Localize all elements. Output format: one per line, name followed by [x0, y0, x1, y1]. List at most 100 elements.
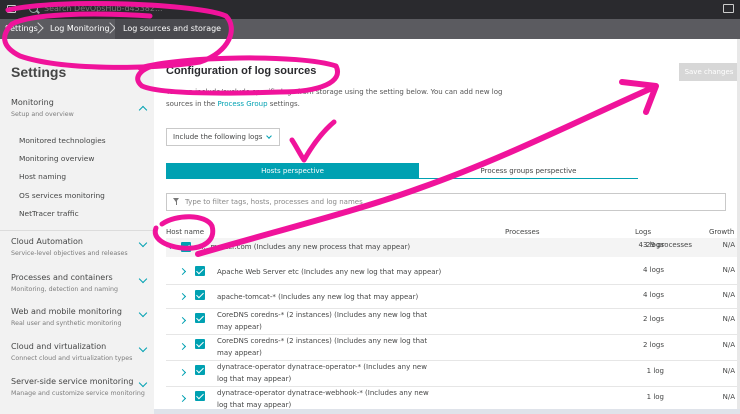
- sidebar-section-subtitle: Monitoring, detection and naming: [11, 286, 118, 293]
- column-header-host-name[interactable]: Host name: [166, 228, 204, 236]
- growth-value: N/A: [722, 266, 735, 274]
- tab-hosts-perspective[interactable]: Hosts perspective: [166, 163, 419, 179]
- sidebar-section-title: Monitoring: [11, 98, 54, 107]
- sidebar-section-title: Web and mobile monitoring: [11, 307, 122, 316]
- table-row[interactable]: Apache Web Server etc (Includes any new …: [166, 261, 738, 283]
- sidebar-section-subtitle: Real user and synthetic monitoring: [11, 320, 122, 327]
- expand-chevron-icon[interactable]: [178, 342, 187, 351]
- save-changes-button[interactable]: Save changes: [679, 63, 739, 81]
- chevron-down-icon[interactable]: [138, 343, 148, 353]
- sidebar-section-title: Server-side service monitoring: [11, 377, 134, 386]
- tab-process-groups-perspective[interactable]: Process groups perspective: [419, 163, 638, 179]
- process-group-link[interactable]: Process Group: [217, 100, 267, 108]
- growth-value: N/A: [722, 291, 735, 299]
- filter-input[interactable]: Type to filter tags, hosts, processes an…: [166, 193, 726, 211]
- table-row[interactable]: CoreDNS coredns-* (2 instances) (Include…: [166, 309, 738, 334]
- expand-chevron-icon[interactable]: [178, 394, 187, 403]
- menu-icon[interactable]: [7, 5, 16, 13]
- filter-placeholder: Type to filter tags, hosts, processes an…: [185, 198, 363, 206]
- log-source-name: CoreDNS coredns-* (2 instances) (Include…: [217, 311, 428, 331]
- sidebar-section-monitoring[interactable]: Monitoring Setup and overview: [0, 95, 154, 125]
- description-text: settings.: [267, 100, 300, 108]
- table-row[interactable]: CoreDNS coredns-* (2 instances) (Include…: [166, 335, 738, 360]
- sidebar-section-cloud-virtualization[interactable]: Cloud and virtualization Connect cloud a…: [0, 340, 154, 370]
- logs-count: 43 logs: [638, 241, 664, 249]
- sidebar-item-monitoring-overview[interactable]: Monitoring overview: [19, 154, 94, 163]
- breadcrumb-chevron-icon: [34, 21, 43, 37]
- perspective-tabs: Hosts perspective Process groups perspec…: [166, 163, 638, 179]
- expand-chevron-icon[interactable]: [178, 292, 187, 301]
- chevron-down-icon[interactable]: [138, 274, 148, 284]
- sidebar-section-title: Processes and containers: [11, 273, 113, 282]
- log-source-checkbox[interactable]: [195, 290, 205, 300]
- sidebar-title: Settings: [11, 64, 67, 80]
- filter-icon: [173, 198, 180, 205]
- log-source-checkbox[interactable]: [195, 313, 205, 323]
- page-title: Configuration of log sources: [166, 65, 317, 77]
- log-source-name: CoreDNS coredns-* (2 instances) (Include…: [217, 337, 428, 357]
- top-bar: Search DevOpsHub-d45382...: [0, 0, 740, 19]
- table-row[interactable]: dynatrace-operator dynatrace-operator-* …: [166, 361, 738, 386]
- breadcrumb-log-monitoring[interactable]: Log Monitoring: [50, 24, 110, 33]
- logs-count: 2 logs: [643, 315, 664, 323]
- expand-chevron-icon[interactable]: [178, 368, 187, 377]
- column-header-logs[interactable]: Logs: [635, 228, 651, 236]
- sidebar-section-web-mobile[interactable]: Web and mobile monitoring Real user and …: [0, 305, 154, 335]
- sidebar-section-subtitle: Setup and overview: [11, 111, 74, 118]
- main-content: Configuration of log sources You can inc…: [154, 39, 740, 414]
- sidebar-section-server-side[interactable]: Server-side service monitoring Manage an…: [0, 375, 154, 405]
- bottom-edge: [154, 409, 740, 414]
- collapse-chevron-icon[interactable]: [166, 241, 175, 250]
- sidebar-section-subtitle: Connect cloud and virtualization types: [11, 355, 133, 362]
- log-source-checkbox[interactable]: [195, 339, 205, 349]
- chevron-down-icon[interactable]: [138, 238, 148, 248]
- sidebar-section-cloud-automation[interactable]: Cloud Automation Service-level objective…: [0, 235, 154, 265]
- growth-value: N/A: [722, 341, 735, 349]
- sidebar-item-host-naming[interactable]: Host naming: [19, 172, 66, 181]
- logs-count: 1 log: [646, 367, 664, 375]
- growth-value: N/A: [722, 367, 735, 375]
- growth-value: N/A: [722, 241, 735, 249]
- search-icon[interactable]: [29, 4, 38, 13]
- settings-sidebar: Settings Monitoring Setup and overview M…: [0, 39, 154, 414]
- expand-chevron-icon[interactable]: [178, 316, 187, 325]
- chevron-up-icon[interactable]: [138, 105, 148, 115]
- log-inclusion-dropdown[interactable]: Include the following logs: [166, 128, 280, 146]
- sidebar-divider: [0, 230, 154, 231]
- host-checkbox[interactable]: [181, 242, 191, 252]
- log-source-name: Apache Web Server etc (Includes any new …: [217, 268, 442, 276]
- breadcrumb: Settings Log Monitoring Log sources and …: [0, 19, 740, 39]
- sidebar-section-processes-containers[interactable]: Processes and containers Monitoring, det…: [0, 270, 154, 300]
- chevron-down-icon: [266, 133, 272, 139]
- logs-count: 1 log: [646, 393, 664, 401]
- log-source-checkbox[interactable]: [195, 365, 205, 375]
- log-source-checkbox[interactable]: [195, 391, 205, 401]
- sidebar-item-monitored-technologies[interactable]: Monitored technologies: [19, 136, 106, 145]
- breadcrumb-log-sources: Log sources and storage: [115, 19, 230, 39]
- dropdown-value: Include the following logs: [173, 133, 263, 141]
- expand-chevron-icon[interactable]: [178, 267, 187, 276]
- chevron-down-icon[interactable]: [138, 308, 148, 318]
- log-source-checkbox[interactable]: [195, 266, 205, 276]
- table-row-host[interactable]: ......master.com (Includes any new proce…: [166, 238, 738, 257]
- row-divider: [166, 284, 738, 285]
- table-row[interactable]: apache-tomcat-* (Includes any new log th…: [166, 286, 738, 308]
- growth-value: N/A: [722, 393, 735, 401]
- column-header-growth[interactable]: Growth: [709, 228, 734, 236]
- logs-count: 4 logs: [643, 266, 664, 274]
- log-source-name: apache-tomcat-* (Includes any new log th…: [217, 293, 419, 301]
- log-source-name: dynatrace-operator dynatrace-webhook-* (…: [217, 389, 429, 409]
- sidebar-section-title: Cloud and virtualization: [11, 342, 107, 351]
- growth-value: N/A: [722, 315, 735, 323]
- column-header-processes[interactable]: Processes: [505, 228, 540, 236]
- sidebar-section-title: Cloud Automation: [11, 237, 83, 246]
- sidebar-item-nettracer-traffic[interactable]: NetTracer traffic: [19, 209, 79, 218]
- sidebar-section-subtitle: Service-level objectives and releases: [11, 250, 128, 257]
- logs-count: 2 logs: [643, 341, 664, 349]
- sidebar-section-subtitle: Manage and customize service monitoring: [11, 390, 145, 397]
- search-field[interactable]: Search DevOpsHub-d45382...: [44, 4, 163, 13]
- sidebar-item-os-services-monitoring[interactable]: OS services monitoring: [19, 191, 105, 200]
- logs-count: 4 logs: [643, 291, 664, 299]
- chat-icon[interactable]: [723, 4, 734, 13]
- chevron-down-icon[interactable]: [138, 378, 148, 388]
